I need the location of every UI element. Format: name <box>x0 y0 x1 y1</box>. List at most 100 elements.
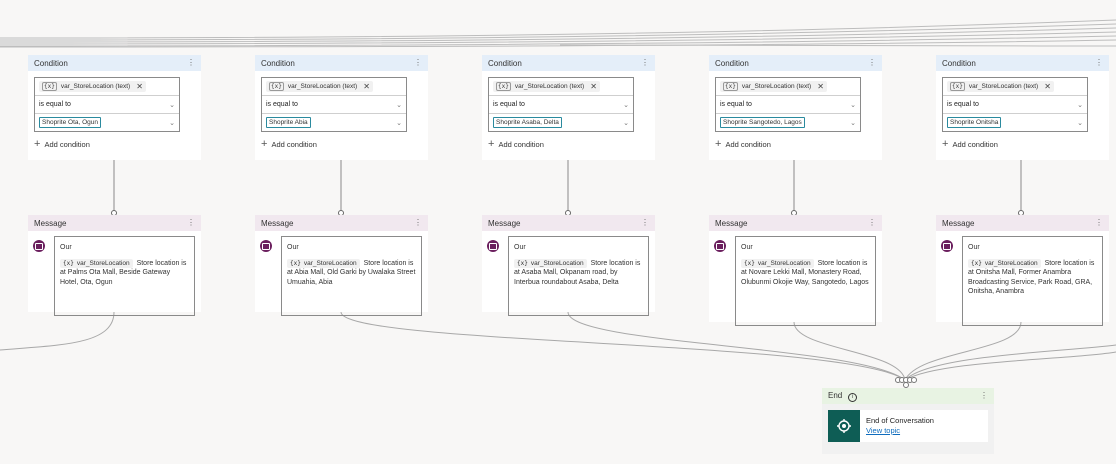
more-options-icon[interactable]: ⋮ <box>641 59 649 67</box>
value-select[interactable]: Shoprite Ota, Ogun ⌄ <box>35 113 179 131</box>
variable-pill[interactable]: {x} var_StoreLocation (text) ✕ <box>266 81 373 92</box>
end-card[interactable]: End i ⋮ End of Conversation View topic <box>822 388 994 454</box>
message-intro: Our <box>287 244 299 251</box>
message-card[interactable]: Message ⋮ Our {x} var_StoreLocation Store … <box>709 215 882 326</box>
add-condition-label: Add condition <box>271 140 317 149</box>
variable-pill: {x} var_StoreLocation <box>968 258 1041 268</box>
condition-card[interactable]: Condition ⋮ {x} var_StoreLocation (text) ✕ … <box>936 55 1109 160</box>
message-card[interactable]: Message ⋮ Our {x} var_StoreLocation Store … <box>482 215 655 316</box>
message-text-box[interactable]: Our {x} var_StoreLocation Store location … <box>962 236 1103 326</box>
condition-card-title: Condition <box>34 58 68 68</box>
more-options-icon[interactable]: ⋮ <box>187 219 195 227</box>
variable-name: var_StoreLocation <box>76 259 130 267</box>
value-select[interactable]: Shoprite Abia ⌄ <box>262 113 406 131</box>
end-action: End of Conversation View topic <box>828 410 988 442</box>
variable-icon: {x} <box>290 259 301 267</box>
more-options-icon[interactable]: ⋮ <box>868 59 876 67</box>
operator-select[interactable]: is equal to ⌄ <box>716 95 860 113</box>
operator-select[interactable]: is equal to ⌄ <box>943 95 1087 113</box>
condition-card[interactable]: Condition ⋮ {x} var_StoreLocation (text) ✕ … <box>709 55 882 160</box>
end-title: End of Conversation <box>866 416 934 425</box>
variable-name: var_StoreLocation <box>303 259 357 267</box>
message-intro: Our <box>514 244 526 251</box>
view-topic-link[interactable]: View topic <box>866 426 934 436</box>
message-card[interactable]: Message ⋮ Our {x} var_StoreLocation Store … <box>28 215 201 316</box>
message-icon <box>714 240 726 252</box>
operator-select[interactable]: is equal to ⌄ <box>262 95 406 113</box>
variable-name: var_StoreLocation <box>757 259 811 267</box>
condition-value-chip[interactable]: Shoprite Asaba, Delta <box>493 117 562 128</box>
message-icon <box>260 240 272 252</box>
remove-variable-icon[interactable]: ✕ <box>817 82 824 91</box>
message-icon <box>487 240 499 252</box>
variable-pill[interactable]: {x} var_StoreLocation (text) ✕ <box>720 81 827 92</box>
condition-value-chip[interactable]: Shoprite Onitsha <box>947 117 1002 128</box>
add-condition-button[interactable]: + Add condition <box>261 138 423 150</box>
message-text-box[interactable]: Our {x} var_StoreLocation Store location … <box>281 236 422 316</box>
variable-pill[interactable]: {x} var_StoreLocation (text) ✕ <box>947 81 1054 92</box>
chevron-down-icon: ⌄ <box>623 101 629 109</box>
value-select[interactable]: Shoprite Onitsha ⌄ <box>943 113 1087 131</box>
message-text-box[interactable]: Our {x} var_StoreLocation Store location … <box>508 236 649 316</box>
chevron-down-icon: ⌄ <box>623 119 629 127</box>
plus-icon: + <box>488 138 495 150</box>
more-options-icon[interactable]: ⋮ <box>868 219 876 227</box>
operator-value: is equal to <box>947 101 979 108</box>
condition-value-chip[interactable]: Shoprite Sangotedo, Lagos <box>720 117 805 128</box>
condition-card-title: Condition <box>715 58 749 68</box>
more-options-icon[interactable]: ⋮ <box>980 392 988 400</box>
operator-select[interactable]: is equal to ⌄ <box>35 95 179 113</box>
message-intro: Our <box>968 244 980 251</box>
message-icon <box>33 240 45 252</box>
more-options-icon[interactable]: ⋮ <box>1095 59 1103 67</box>
variable-pill: {x} var_StoreLocation <box>741 258 814 268</box>
message-text-box[interactable]: Our {x} var_StoreLocation Store location … <box>54 236 195 316</box>
operator-select[interactable]: is equal to ⌄ <box>489 95 633 113</box>
value-select[interactable]: Shoprite Asaba, Delta ⌄ <box>489 113 633 131</box>
message-card-title: Message <box>488 218 521 228</box>
variable-icon: {x} <box>496 82 511 91</box>
plus-icon: + <box>34 138 41 150</box>
chevron-down-icon: ⌄ <box>1077 119 1083 127</box>
authoring-canvas[interactable]: Condition ⋮ {x} var_StoreLocation (text) ✕ … <box>0 0 1116 464</box>
message-card[interactable]: Message ⋮ Our {x} var_StoreLocation Store … <box>255 215 428 316</box>
condition-card[interactable]: Condition ⋮ {x} var_StoreLocation (text) ✕ … <box>255 55 428 160</box>
variable-icon: {x} <box>971 259 982 267</box>
more-options-icon[interactable]: ⋮ <box>414 219 422 227</box>
condition-value-chip[interactable]: Shoprite Ota, Ogun <box>39 117 102 128</box>
variable-pill: {x} var_StoreLocation <box>60 258 133 268</box>
variable-icon: {x} <box>744 259 755 267</box>
operator-value: is equal to <box>720 101 752 108</box>
plus-icon: + <box>261 138 268 150</box>
variable-icon: {x} <box>269 82 284 91</box>
plus-icon: + <box>715 138 722 150</box>
message-card[interactable]: Message ⋮ Our {x} var_StoreLocation Store … <box>936 215 1109 326</box>
more-options-icon[interactable]: ⋮ <box>641 219 649 227</box>
add-condition-button[interactable]: + Add condition <box>942 139 1104 150</box>
variable-pill[interactable]: {x} var_StoreLocation (text) ✕ <box>39 81 146 92</box>
variable-name: var_StoreLocation (text) <box>741 83 812 90</box>
variable-name: var_StoreLocation (text) <box>287 83 358 90</box>
info-icon[interactable]: i <box>848 392 858 402</box>
condition-card[interactable]: Condition ⋮ {x} var_StoreLocation (text) ✕ … <box>482 55 655 160</box>
variable-pill[interactable]: {x} var_StoreLocation (text) ✕ <box>493 81 600 92</box>
remove-variable-icon[interactable]: ✕ <box>1044 82 1051 91</box>
condition-value-chip[interactable]: Shoprite Abia <box>266 117 311 128</box>
add-condition-button[interactable]: + Add condition <box>34 138 196 150</box>
remove-variable-icon[interactable]: ✕ <box>590 82 597 91</box>
remove-variable-icon[interactable]: ✕ <box>363 82 370 91</box>
message-text-box[interactable]: Our {x} var_StoreLocation Store location … <box>735 236 876 326</box>
value-select[interactable]: Shoprite Sangotedo, Lagos ⌄ <box>716 113 860 131</box>
more-options-icon[interactable]: ⋮ <box>1095 219 1103 227</box>
add-condition-button[interactable]: + Add condition <box>715 138 877 150</box>
variable-name: var_StoreLocation (text) <box>60 83 131 90</box>
condition-card-title: Condition <box>488 58 522 68</box>
message-intro: Our <box>60 244 72 251</box>
message-icon <box>941 240 953 252</box>
condition-card[interactable]: Condition ⋮ {x} var_StoreLocation (text) ✕ … <box>28 55 201 160</box>
more-options-icon[interactable]: ⋮ <box>414 59 422 67</box>
more-options-icon[interactable]: ⋮ <box>187 59 195 67</box>
remove-variable-icon[interactable]: ✕ <box>136 82 143 91</box>
variable-pill: {x} var_StoreLocation <box>514 258 587 268</box>
add-condition-button[interactable]: + Add condition <box>488 138 650 150</box>
